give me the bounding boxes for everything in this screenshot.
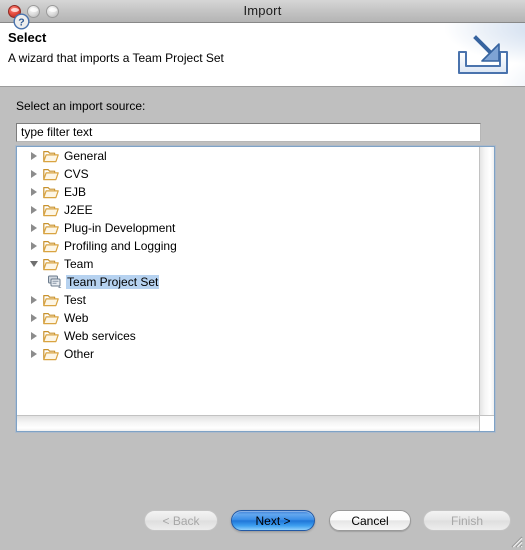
folder-icon: [43, 150, 63, 163]
tree-item-test[interactable]: Test: [17, 291, 479, 309]
tree-item-other[interactable]: Other: [17, 345, 479, 363]
import-wizard-icon: [458, 35, 508, 74]
tree-item-label: Plug-in Development: [64, 221, 176, 235]
folder-icon: [43, 330, 63, 343]
chevron-down-icon[interactable]: [17, 261, 43, 267]
cancel-button[interactable]: Cancel: [329, 510, 411, 531]
tree-item-label: Team: [64, 257, 94, 271]
folder-icon: [43, 186, 59, 198]
page-subtitle: A wizard that imports a Team Project Set: [8, 51, 224, 65]
folder-icon: [43, 294, 63, 307]
tree-item-label: Web: [64, 311, 89, 325]
folder-icon: [43, 150, 59, 162]
chevron-right-icon[interactable]: [17, 332, 43, 340]
chevron-right-icon[interactable]: [17, 188, 43, 196]
tree-item-cvs[interactable]: CVS: [17, 165, 479, 183]
project-set-icon: [47, 275, 66, 289]
tree-item-plug-in-development[interactable]: Plug-in Development: [17, 219, 479, 237]
vertical-scrollbar[interactable]: [479, 147, 494, 415]
tree-item-label: Test: [64, 293, 87, 307]
chevron-right-icon[interactable]: [17, 206, 43, 214]
tree-item-label: Web services: [64, 329, 136, 343]
folder-icon: [43, 240, 63, 253]
folder-icon: [43, 204, 63, 217]
tree-item-web[interactable]: Web: [17, 309, 479, 327]
tree-item-ejb[interactable]: EJB: [17, 183, 479, 201]
tree-item-label: J2EE: [64, 203, 93, 217]
tree-rows: General CVS EJB J2EE Plug-in Development Prof…: [17, 147, 479, 415]
folder-icon: [43, 168, 59, 180]
title-bar: Import: [0, 0, 525, 23]
wizard-body: Select an import source: type filter tex…: [0, 88, 525, 494]
folder-icon: [43, 348, 63, 361]
wizard-header: Select A wizard that imports a Team Proj…: [0, 23, 525, 87]
scroll-corner: [479, 415, 494, 431]
svg-text:?: ?: [18, 16, 24, 28]
chevron-right-icon[interactable]: [17, 350, 43, 358]
tree-item-label: Team Project Set: [66, 275, 160, 289]
tree-item-j2ee[interactable]: J2EE: [17, 201, 479, 219]
horizontal-scrollbar[interactable]: [17, 415, 479, 431]
tree-item-team-project-set[interactable]: Team Project Set: [17, 273, 479, 291]
chevron-right-icon[interactable]: [17, 170, 43, 178]
folder-icon: [43, 294, 59, 306]
help-question-icon[interactable]: ?: [13, 13, 30, 30]
tree-item-general[interactable]: General: [17, 147, 479, 165]
tree-item-profiling-and-logging[interactable]: Profiling and Logging: [17, 237, 479, 255]
folder-icon: [43, 168, 63, 181]
tree-item-label: EJB: [64, 185, 87, 199]
folder-icon: [43, 222, 59, 234]
folder-icon: [43, 186, 63, 199]
tree-item-team[interactable]: Team: [17, 255, 479, 273]
chevron-right-icon[interactable]: [17, 152, 43, 160]
chevron-right-icon[interactable]: [17, 314, 43, 322]
project-set-icon: [48, 275, 62, 288]
chevron-right-icon[interactable]: [17, 224, 43, 232]
folder-icon: [43, 204, 59, 216]
filter-input[interactable]: type filter text: [16, 123, 481, 142]
next-button[interactable]: Next >: [231, 510, 315, 531]
folder-icon: [43, 330, 59, 342]
chevron-right-icon[interactable]: [17, 296, 43, 304]
tree-item-label: General: [64, 149, 107, 163]
folder-icon: [43, 258, 59, 270]
finish-button[interactable]: Finish: [423, 510, 511, 531]
tree-item-web-services[interactable]: Web services: [17, 327, 479, 345]
folder-icon: [43, 348, 59, 360]
folder-icon: [43, 240, 59, 252]
tree-item-label: Profiling and Logging: [64, 239, 177, 253]
page-title: Select: [8, 30, 47, 45]
source-label: Select an import source:: [16, 99, 146, 113]
folder-icon: [43, 258, 63, 271]
tree-item-label: CVS: [64, 167, 89, 181]
tree-item-label: Other: [64, 347, 95, 361]
folder-icon: [43, 312, 59, 324]
back-button[interactable]: < Back: [144, 510, 218, 531]
import-source-tree[interactable]: General CVS EJB J2EE Plug-in Development Prof…: [16, 146, 495, 432]
resize-grip-icon[interactable]: [509, 534, 523, 548]
window-title: Import: [243, 3, 282, 18]
import-wizard-window: Import Select A wizard that imports a Te…: [0, 0, 525, 550]
folder-icon: [43, 312, 63, 325]
folder-icon: [43, 222, 63, 235]
chevron-right-icon[interactable]: [17, 242, 43, 250]
